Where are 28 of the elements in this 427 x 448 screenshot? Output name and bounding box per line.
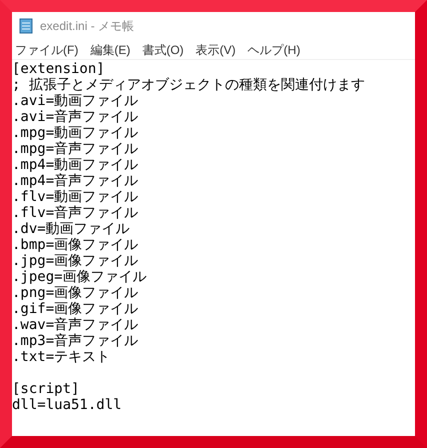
text-line: .bmp=画像ファイル (12, 237, 138, 253)
text-line: .mp3=音声ファイル (12, 333, 138, 349)
text-line: [extension] (12, 61, 105, 77)
text-line: .jpg=画像ファイル (12, 253, 138, 269)
text-line: .mpg=音声ファイル (12, 141, 138, 157)
menu-item[interactable]: ヘルプ(H) (246, 40, 302, 58)
notepad-icon (18, 18, 34, 34)
menu-item[interactable]: 表示(V) (194, 40, 237, 58)
text-line: .mp4=音声ファイル (12, 173, 138, 189)
text-line: [script] (12, 381, 80, 397)
text-line: ; 拡張子とメディアオブジェクトの種類を関連付けます (12, 77, 365, 93)
text-line: .mpg=動画ファイル (12, 125, 138, 141)
menu-item[interactable]: 書式(O) (141, 40, 185, 58)
text-line: .dv=動画ファイル (12, 221, 130, 237)
text-line: .txt=テキスト (12, 349, 110, 365)
text-line: .flv=動画ファイル (12, 189, 138, 205)
text-line: .jpeg=画像ファイル (12, 269, 147, 285)
text-line: .wav=音声ファイル (12, 317, 138, 333)
text-line: .avi=動画ファイル (12, 93, 138, 109)
text-line: .avi=音声ファイル (12, 109, 138, 125)
text-line: .flv=音声ファイル (12, 205, 138, 221)
menu-item[interactable]: 編集(E) (89, 40, 132, 58)
text-line: dll=lua51.dll (12, 397, 122, 413)
text-line: .mp4=動画ファイル (12, 157, 138, 173)
text-line: .gif=画像ファイル (12, 301, 138, 317)
window-title: exedit.ini - メモ帳 (40, 18, 134, 35)
text-line: .png=画像ファイル (12, 285, 138, 301)
menu-item[interactable]: ファイル(F) (14, 40, 80, 58)
